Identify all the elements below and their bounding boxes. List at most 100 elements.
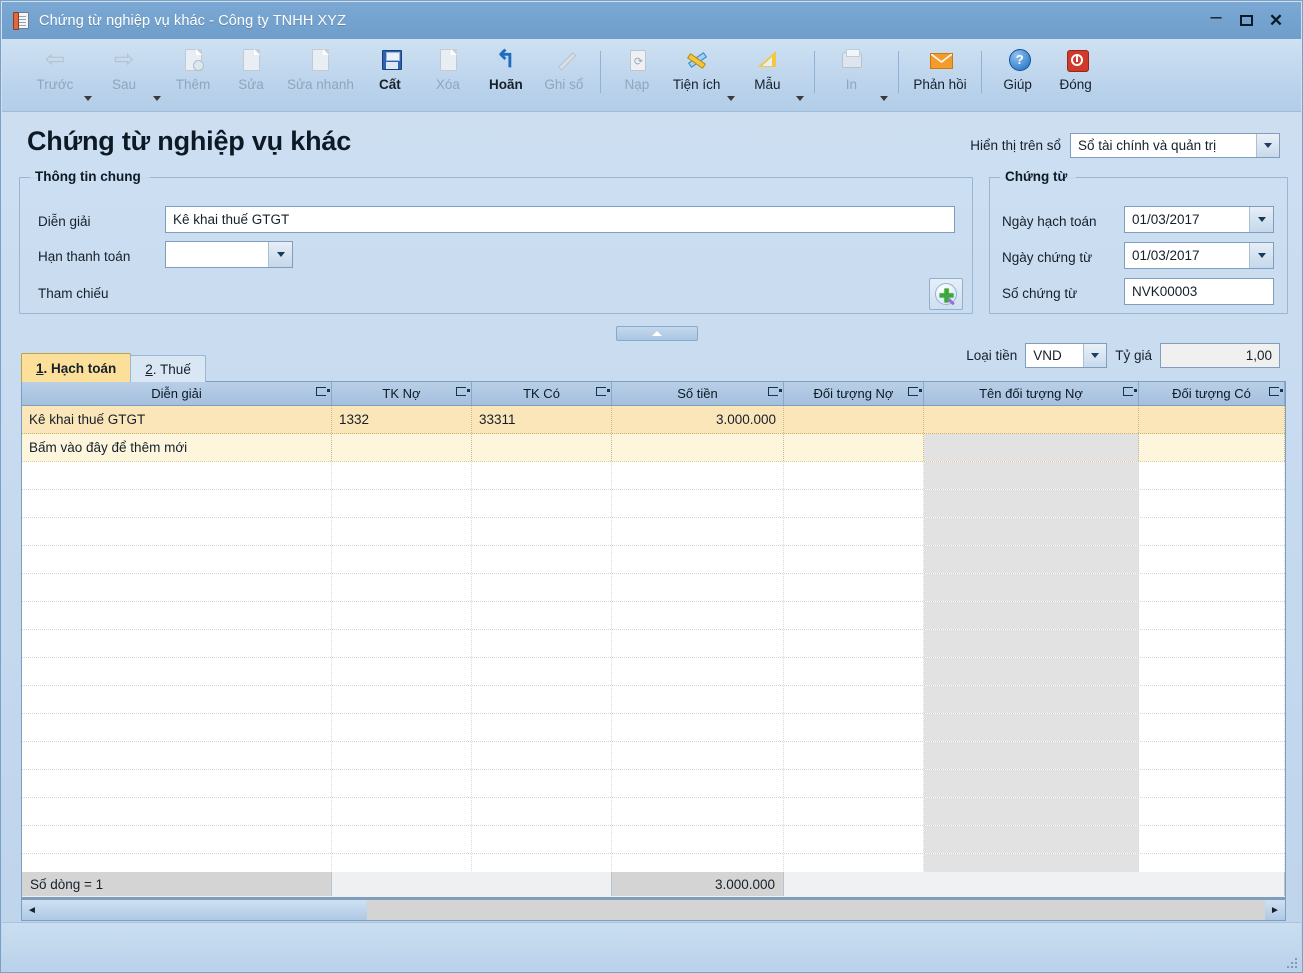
grid-cell[interactable] bbox=[332, 518, 472, 545]
grid-empty-row[interactable] bbox=[22, 770, 1285, 798]
toolbar-button-dong[interactable]: Đóng bbox=[1047, 45, 1105, 101]
grid-cell[interactable] bbox=[924, 574, 1139, 601]
toolbar-button-sau[interactable]: ⇨ Sau bbox=[95, 45, 153, 101]
grid-cell[interactable] bbox=[784, 742, 924, 769]
grid-cell[interactable] bbox=[784, 798, 924, 825]
grid-cell[interactable] bbox=[612, 686, 784, 713]
grid-cell[interactable] bbox=[784, 434, 924, 461]
tab-hach-toan[interactable]: 1. Hạch toán bbox=[21, 353, 132, 382]
grid-cell[interactable] bbox=[784, 714, 924, 741]
grid-cell[interactable] bbox=[472, 434, 612, 461]
grid-empty-row[interactable] bbox=[22, 546, 1285, 574]
grid-cell[interactable] bbox=[472, 490, 612, 517]
grid-column-header[interactable]: TK Nợ bbox=[332, 382, 472, 405]
toolbar-button-in[interactable]: In bbox=[822, 45, 880, 101]
grid-cell[interactable] bbox=[22, 686, 332, 713]
grid-empty-row[interactable] bbox=[22, 658, 1285, 686]
grid-cell[interactable] bbox=[784, 630, 924, 657]
grid-cell[interactable] bbox=[332, 462, 472, 489]
grid-cell[interactable] bbox=[22, 462, 332, 489]
currency-dropdown-button[interactable] bbox=[1083, 344, 1107, 367]
grid-cell[interactable] bbox=[22, 602, 332, 629]
grid-cell[interactable] bbox=[332, 826, 472, 853]
grid-cell[interactable] bbox=[784, 770, 924, 797]
toolbar-button-them[interactable]: Thêm bbox=[164, 45, 222, 101]
grid-horizontal-scrollbar[interactable]: ◄ ► bbox=[21, 899, 1286, 921]
grid-empty-row[interactable] bbox=[22, 798, 1285, 826]
grid-cell[interactable]: Kê khai thuế GTGT bbox=[22, 406, 332, 433]
grid-cell[interactable]: Bấm vào đây để thêm mới bbox=[22, 434, 332, 461]
grid-cell[interactable] bbox=[1139, 602, 1285, 629]
tab-thue[interactable]: 2. Thuế bbox=[130, 355, 206, 382]
grid-data-row[interactable]: Kê khai thuế GTGT 1332 33311 3.000.000 bbox=[22, 406, 1285, 434]
accounting-entries-grid[interactable]: Diễn giải TK Nợ TK Có Số tiền Đối tượng Nợ Tê… bbox=[21, 381, 1286, 899]
grid-cell[interactable] bbox=[924, 518, 1139, 545]
grid-cell[interactable] bbox=[22, 826, 332, 853]
column-filter-pin-icon[interactable] bbox=[768, 387, 782, 399]
grid-cell[interactable] bbox=[472, 686, 612, 713]
scroll-left-button[interactable]: ◄ bbox=[22, 900, 42, 920]
grid-cell[interactable] bbox=[22, 742, 332, 769]
grid-add-new-row[interactable]: Bấm vào đây để thêm mới bbox=[22, 434, 1285, 462]
grid-column-header[interactable]: TK Có bbox=[472, 382, 612, 405]
exchange-rate-input[interactable]: 1,00 bbox=[1160, 343, 1280, 368]
grid-column-header[interactable]: Số tiền bbox=[612, 382, 784, 405]
grid-cell[interactable] bbox=[612, 742, 784, 769]
toolbar-button-tien-ich[interactable]: Tiện ích bbox=[666, 45, 728, 101]
grid-cell[interactable] bbox=[332, 770, 472, 797]
grid-empty-row[interactable] bbox=[22, 686, 1285, 714]
grid-empty-row[interactable] bbox=[22, 602, 1285, 630]
grid-cell[interactable] bbox=[612, 826, 784, 853]
grid-column-header[interactable]: Diễn giải bbox=[22, 382, 332, 405]
grid-cell[interactable] bbox=[612, 462, 784, 489]
toolbar-button-mau[interactable]: Mẫu bbox=[738, 45, 796, 101]
scroll-right-button[interactable]: ► bbox=[1265, 900, 1285, 920]
maximize-button[interactable] bbox=[1231, 7, 1261, 35]
grid-cell[interactable] bbox=[472, 574, 612, 601]
grid-cell[interactable] bbox=[472, 798, 612, 825]
grid-cell[interactable] bbox=[472, 462, 612, 489]
due-date-combo[interactable] bbox=[165, 241, 293, 268]
toolbar-button-phan-hoi[interactable]: Phản hồi bbox=[906, 45, 973, 101]
grid-cell[interactable] bbox=[784, 686, 924, 713]
grid-cell[interactable] bbox=[1139, 630, 1285, 657]
toolbar-button-ghi-so[interactable]: Ghi sổ bbox=[535, 45, 593, 101]
grid-cell[interactable] bbox=[612, 434, 784, 461]
grid-cell[interactable] bbox=[612, 546, 784, 573]
column-filter-pin-icon[interactable] bbox=[1123, 387, 1137, 399]
grid-cell[interactable] bbox=[612, 798, 784, 825]
toolbar-button-truoc[interactable]: ⇦ Trước bbox=[26, 45, 84, 101]
due-date-dropdown-button[interactable] bbox=[268, 242, 292, 267]
grid-cell[interactable] bbox=[332, 630, 472, 657]
window-resize-grip[interactable] bbox=[1285, 956, 1297, 968]
collapse-panel-toggle[interactable] bbox=[616, 326, 698, 341]
grid-cell[interactable] bbox=[924, 826, 1139, 853]
grid-cell[interactable] bbox=[784, 546, 924, 573]
grid-cell[interactable] bbox=[472, 770, 612, 797]
toolbar-button-cat[interactable]: Cất bbox=[361, 45, 419, 101]
toolbar-dropdown-tien-ich[interactable] bbox=[727, 45, 738, 123]
grid-cell[interactable] bbox=[924, 546, 1139, 573]
grid-cell[interactable] bbox=[22, 630, 332, 657]
reference-lookup-button[interactable]: ✚ bbox=[929, 278, 963, 310]
toolbar-button-nap[interactable]: ⟳ Nạp bbox=[608, 45, 666, 101]
grid-cell[interactable] bbox=[1139, 518, 1285, 545]
grid-cell[interactable] bbox=[472, 714, 612, 741]
voucher-no-input[interactable]: NVK00003 bbox=[1124, 278, 1274, 305]
grid-cell[interactable] bbox=[924, 714, 1139, 741]
currency-type-select[interactable]: VND bbox=[1025, 343, 1108, 368]
grid-cell[interactable] bbox=[1139, 686, 1285, 713]
grid-cell[interactable] bbox=[22, 658, 332, 685]
grid-cell[interactable] bbox=[472, 630, 612, 657]
grid-cell[interactable] bbox=[924, 602, 1139, 629]
grid-empty-row[interactable] bbox=[22, 826, 1285, 854]
grid-column-header[interactable]: Đối tượng Có bbox=[1139, 382, 1285, 405]
column-filter-pin-icon[interactable] bbox=[596, 387, 610, 399]
grid-cell[interactable] bbox=[332, 798, 472, 825]
grid-cell[interactable] bbox=[332, 658, 472, 685]
grid-empty-row[interactable] bbox=[22, 742, 1285, 770]
scroll-track[interactable] bbox=[42, 900, 1265, 920]
grid-cell[interactable] bbox=[1139, 658, 1285, 685]
grid-cell[interactable] bbox=[612, 630, 784, 657]
grid-empty-row[interactable] bbox=[22, 462, 1285, 490]
